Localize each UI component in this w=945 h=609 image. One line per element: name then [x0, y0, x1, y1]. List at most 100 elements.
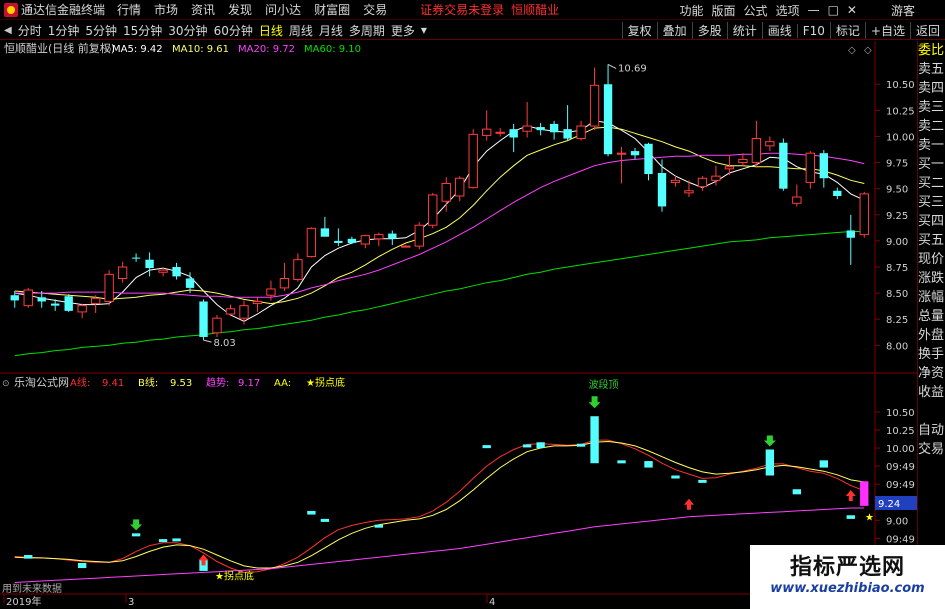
period-tab-1min[interactable]: 1分钟 — [48, 22, 80, 39]
side-item-9[interactable]: 买四 — [918, 212, 945, 231]
prev-arrow-icon[interactable]: ◀ — [4, 25, 12, 36]
f10-button[interactable]: F10 — [796, 23, 830, 38]
green-down-arrow-icon — [130, 519, 143, 531]
main-ytick-8: 8.50 — [886, 289, 908, 300]
period-tab-weekly[interactable]: 周线 — [289, 22, 313, 39]
mark-button[interactable]: 标记 — [829, 22, 865, 39]
side-item-4[interactable]: 卖二 — [918, 117, 945, 136]
add-watchlist-button[interactable]: +自选 — [864, 22, 910, 39]
side-item-10[interactable]: 买五 — [918, 231, 945, 250]
menu-item-ask[interactable]: 问小达 — [265, 1, 301, 18]
indicator-block — [698, 479, 707, 483]
indicator-block — [131, 533, 141, 537]
menu-item-quotes[interactable]: 行情 — [117, 1, 141, 18]
high-pointer — [607, 63, 617, 69]
indicator-block — [24, 555, 33, 559]
candle-body — [644, 143, 653, 175]
multi-stock-button[interactable]: 多股 — [691, 22, 727, 39]
indicator-block — [819, 460, 828, 468]
side-item-5[interactable]: 卖一 — [918, 136, 945, 155]
candle-body — [145, 259, 154, 269]
indicator-block — [792, 489, 802, 495]
period-tab-daily[interactable]: 日线 — [259, 22, 283, 39]
candle-body — [401, 245, 411, 248]
menu-item-function[interactable]: 功能 — [680, 2, 704, 19]
future-data-warning: 用到未来数据 — [2, 582, 62, 595]
menu-item-market[interactable]: 市场 — [154, 1, 178, 18]
side-item-13[interactable]: 涨幅 — [918, 288, 945, 307]
kline-chart-area[interactable]: 恒顺醋业(日线 前复权)⊙ MA5: 9.42 MA10: 9.61 MA20: 9.… — [0, 41, 917, 609]
side-item-17[interactable]: 净资 — [918, 364, 945, 383]
main-ytick-7: 8.75 — [886, 263, 908, 274]
candle-body — [738, 158, 748, 164]
side-item-8[interactable]: 买三 — [918, 193, 945, 212]
period-tab-30min[interactable]: 30分钟 — [168, 22, 207, 39]
statistics-button[interactable]: 统计 — [726, 22, 762, 39]
close-button[interactable]: ✕ — [847, 3, 857, 17]
candle-body — [522, 125, 532, 132]
side-item-12[interactable]: 涨跌 — [918, 269, 945, 288]
candle-body — [779, 142, 788, 189]
indicator-line-2 — [14, 507, 865, 583]
ma-legend-3: MA60: 9.10 — [304, 44, 361, 55]
app-logo-icon — [4, 2, 18, 17]
menu-item-wealth[interactable]: 财富圈 — [314, 1, 350, 18]
side-item-6[interactable]: 买一 — [918, 155, 945, 174]
sub-legend-label-0: A线: — [70, 376, 90, 389]
side-item-2[interactable]: 卖四 — [918, 79, 945, 98]
side-item-21[interactable]: 交易 — [918, 440, 945, 459]
menu-item-formula[interactable]: 公式 — [744, 2, 768, 19]
period-tab-60min[interactable]: 60分钟 — [214, 22, 253, 39]
menu-item-discover[interactable]: 发现 — [228, 1, 252, 18]
indicator-block — [590, 416, 599, 464]
indicator-block — [536, 442, 545, 449]
trade-login-notice[interactable]: 证券交易未登录 — [420, 1, 504, 18]
ma-legend-0: MA5: 9.42 — [112, 44, 163, 55]
menu-item-trade[interactable]: 交易 — [363, 1, 387, 18]
side-item-16[interactable]: 换手 — [918, 345, 945, 364]
indicator-block — [172, 538, 181, 542]
period-tab-5min[interactable]: 5分钟 — [85, 22, 117, 39]
candle-body — [482, 128, 492, 136]
candle-body — [603, 84, 613, 155]
side-item-14[interactable]: 总量 — [918, 307, 945, 326]
period-tab-monthly[interactable]: 月线 — [319, 22, 343, 39]
main-ytick-4: 9.50 — [886, 185, 908, 196]
candle-body — [697, 177, 708, 188]
menu-item-layout[interactable]: 版面 — [712, 2, 736, 19]
menu-item-options[interactable]: 选项 — [776, 2, 800, 19]
side-item-20[interactable]: 自动 — [918, 421, 945, 440]
menu-item-news[interactable]: 资讯 — [191, 1, 215, 18]
candle-body — [657, 173, 667, 207]
candle-body — [37, 297, 46, 302]
guest-user[interactable]: 游客 — [891, 2, 915, 19]
maximize-button[interactable]: □ — [828, 3, 839, 17]
side-item-1[interactable]: 卖五 — [918, 60, 945, 79]
side-item-18[interactable]: 收益 — [918, 383, 945, 402]
overlay-button[interactable]: 叠加 — [656, 22, 692, 39]
draw-line-button[interactable]: 画线 — [761, 22, 797, 39]
quote-side-panel: 委比 卖五 卖四 卖三 卖二 卖一 买一 买二 买三 买四 买五 现价 涨跌 涨幅 总量 外盘 换手 净资 收益自动… — [917, 41, 945, 609]
minimize-button[interactable]: — — [808, 3, 820, 17]
indicator-block — [671, 475, 680, 479]
side-item-3[interactable]: 卖三 — [918, 98, 945, 117]
adjust-button[interactable]: 复权 — [621, 22, 657, 39]
candle-body — [684, 190, 694, 194]
candle-body — [64, 296, 73, 311]
candle-body — [347, 238, 357, 243]
candle-body — [374, 234, 384, 240]
side-item-7[interactable]: 买二 — [918, 174, 945, 193]
side-item-11[interactable]: 现价 — [918, 250, 945, 269]
indicator-pink-block — [860, 481, 869, 506]
more-chevron-icon[interactable]: ▾ — [421, 23, 427, 37]
side-item-0[interactable]: 委比 — [918, 41, 945, 60]
sub-legend-value-0: 9.41 — [102, 378, 124, 389]
back-button[interactable]: 返回 — [909, 22, 945, 39]
period-tab-more[interactable]: 更多 — [391, 22, 415, 39]
main-ytick-1: 10.25 — [886, 106, 915, 117]
period-tab-intraday[interactable]: 分时 — [18, 22, 42, 39]
period-tab-15min[interactable]: 15分钟 — [123, 22, 162, 39]
sub-ytick-1: 10.25 — [886, 426, 915, 437]
period-tab-multi[interactable]: 多周期 — [349, 22, 385, 39]
side-item-15[interactable]: 外盘 — [918, 326, 945, 345]
